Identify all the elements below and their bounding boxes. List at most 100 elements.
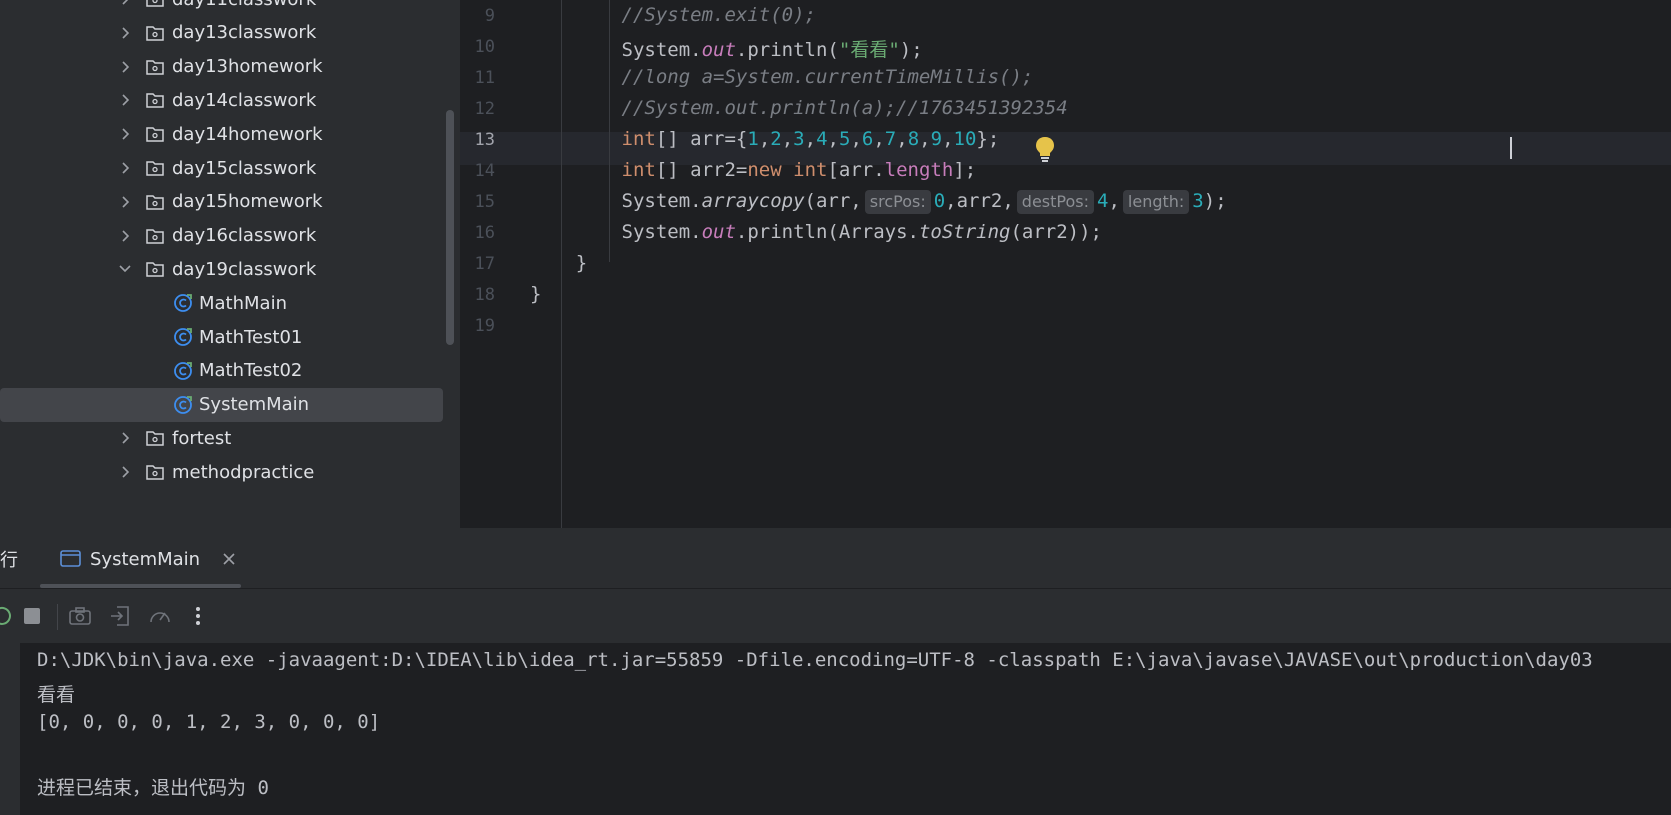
tree-item-day14classwork[interactable]: day14classwork xyxy=(0,83,443,117)
console-output[interactable]: D:\JDK\bin\java.exe -javaagent:D:\IDEA\l… xyxy=(20,643,1671,815)
project-tree-panel: day11classwork day13classwork day13homewor… xyxy=(0,0,460,528)
code-token: 10 xyxy=(953,128,977,150)
stop-icon[interactable] xyxy=(20,604,44,628)
line-number: 17 xyxy=(474,254,495,274)
package-folder-icon xyxy=(145,462,165,482)
tree-item-label: day14classwork xyxy=(172,89,317,111)
package-folder-icon xyxy=(145,57,165,77)
tree-item-day15classwork[interactable]: day15classwork xyxy=(0,151,443,185)
code-line[interactable]: } xyxy=(530,252,587,274)
exit-icon[interactable] xyxy=(108,604,132,628)
tree-item-label: MathMain xyxy=(199,292,287,314)
chevron-right-icon[interactable] xyxy=(116,193,134,211)
code-token: ); xyxy=(1203,190,1227,212)
code-token: out xyxy=(701,39,736,61)
code-line[interactable]: System.out.println("看看"); xyxy=(530,35,923,62)
code-token: int xyxy=(793,159,828,181)
code-line[interactable]: int[] arr2=new int[arr.length]; xyxy=(530,159,977,181)
parameter-hint: destPos: xyxy=(1016,190,1094,214)
tree-item-day19classwork[interactable]: day19classwork xyxy=(0,252,443,286)
package-folder-icon xyxy=(145,23,165,43)
close-icon[interactable] xyxy=(222,552,236,566)
tool-window-title: 行 xyxy=(0,550,18,571)
chevron-right-icon[interactable] xyxy=(116,91,134,109)
package-folder-icon xyxy=(145,124,165,144)
code-token: , xyxy=(942,128,954,150)
chevron-down-icon[interactable] xyxy=(116,260,134,278)
tree-item-day15homework[interactable]: day15homework xyxy=(0,185,443,219)
tree-item-label: day15homework xyxy=(172,191,323,213)
console-line: [0, 0, 0, 0, 1, 2, 3, 0, 0, 0] xyxy=(37,711,381,733)
code-token: //System.out.println(a);//1763451392354 xyxy=(621,97,1068,119)
tree-item-day13homework[interactable]: day13homework xyxy=(0,50,443,84)
line-number: 14 xyxy=(474,161,495,181)
code-token: //System.exit(0); xyxy=(621,4,816,26)
tree-item-mathtest01[interactable]: MathTest01 xyxy=(0,320,443,354)
camera-icon[interactable] xyxy=(68,604,92,628)
java-class-icon xyxy=(173,395,193,415)
code-editor[interactable]: 9 //System.exit(0); 10 System.out.println… xyxy=(460,0,1671,528)
tree-item-systemmain[interactable]: SystemMain xyxy=(0,387,443,422)
code-token: 3 xyxy=(1192,190,1204,212)
code-token: length xyxy=(884,159,954,181)
tree-item-day16classwork[interactable]: day16classwork xyxy=(0,219,443,253)
tree-item-label: fortest xyxy=(172,427,232,449)
tree-item-day11classwork[interactable]: day11classwork xyxy=(0,0,443,16)
tree-item-label: SystemMain xyxy=(199,394,310,416)
chevron-right-icon[interactable] xyxy=(116,429,134,447)
tree-item-fortest[interactable]: fortest xyxy=(0,421,443,455)
chevron-right-icon[interactable] xyxy=(116,463,134,481)
line-number: 13 xyxy=(474,130,495,150)
code-line[interactable]: int[] arr={1,2,3,4,5,6,7,8,9,10}; xyxy=(530,128,1000,150)
code-token: System. xyxy=(530,190,702,212)
code-line[interactable]: System.out.println(Arrays.toString(arr2)… xyxy=(530,221,1102,243)
tree-item-mathtest02[interactable]: MathTest02 xyxy=(0,354,443,388)
code-token: int xyxy=(621,128,656,150)
lightbulb-icon[interactable] xyxy=(1034,136,1056,162)
project-tree-scrollbar[interactable] xyxy=(446,110,454,345)
package-folder-icon xyxy=(145,0,165,9)
tree-item-day14homework[interactable]: day14homework xyxy=(0,117,443,151)
rerun-icon[interactable] xyxy=(0,604,14,628)
tree-item-methodpractice[interactable]: methodpractice xyxy=(0,455,443,489)
line-number: 12 xyxy=(474,99,495,119)
code-line[interactable]: System.arraycopy(arr, srcPos: 0,arr2, destP… xyxy=(530,190,1227,214)
code-token: arraycopy xyxy=(701,190,805,212)
code-token: ]; xyxy=(953,159,977,181)
code-token: .println( xyxy=(735,39,839,61)
java-class-icon xyxy=(173,361,193,381)
package-folder-icon xyxy=(145,192,165,212)
run-tab-systemmain[interactable]: SystemMain xyxy=(60,542,236,576)
chevron-right-icon[interactable] xyxy=(116,24,134,42)
more-icon[interactable] xyxy=(186,604,210,628)
code-token: System. xyxy=(530,39,702,61)
code-token: , xyxy=(758,128,771,150)
chevron-right-icon[interactable] xyxy=(116,125,134,143)
code-token: 5 xyxy=(838,128,851,150)
code-token: , xyxy=(827,128,839,150)
tree-item-label: day19classwork xyxy=(172,258,317,280)
code-line[interactable]: //long a=System.currentTimeMillis(); xyxy=(530,66,1034,88)
code-token: ); xyxy=(899,39,923,61)
code-token: [arr. xyxy=(827,159,885,181)
code-token: 7 xyxy=(884,128,897,150)
tree-item-mathmain[interactable]: MathMain xyxy=(0,286,443,320)
tree-item-day13classwork[interactable]: day13classwork xyxy=(0,16,443,50)
code-line[interactable]: //System.exit(0); xyxy=(530,4,816,26)
line-number: 10 xyxy=(474,37,495,57)
toolbar-separator xyxy=(57,604,58,630)
chevron-right-icon[interactable] xyxy=(116,159,134,177)
chevron-right-icon[interactable] xyxy=(116,0,134,8)
code-line[interactable]: //System.out.println(a);//1763451392354 xyxy=(530,97,1068,119)
chevron-right-icon[interactable] xyxy=(116,58,134,76)
tree-item-label: day13homework xyxy=(172,56,323,78)
chevron-right-icon[interactable] xyxy=(116,227,134,245)
code-token: , xyxy=(1108,190,1120,212)
code-line[interactable]: } xyxy=(530,283,541,305)
line-number: 19 xyxy=(474,316,495,336)
gauge-icon[interactable] xyxy=(148,604,172,628)
console-line: 进程已结束，退出代码为 0 xyxy=(37,777,269,799)
code-token: , xyxy=(919,128,931,150)
